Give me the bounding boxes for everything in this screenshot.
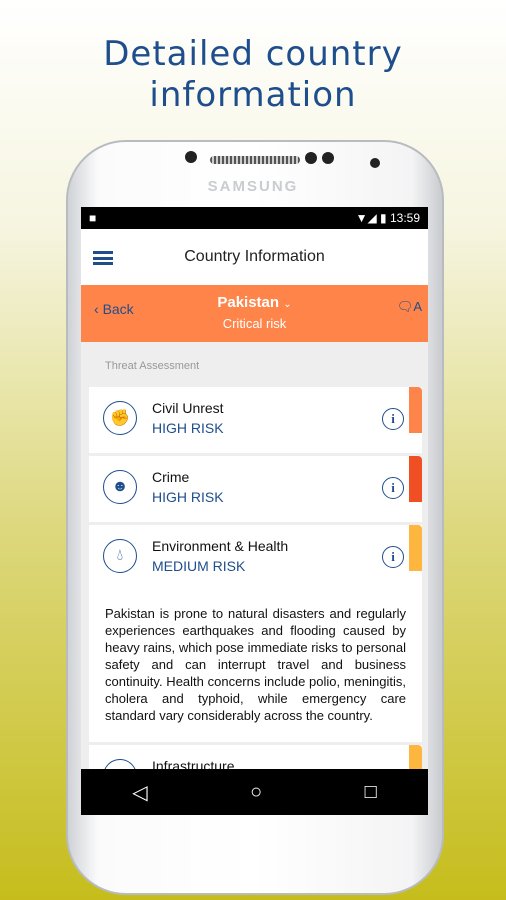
threat-item-civil-unrest[interactable]: ✊ Civil Unrest HIGH RISK i xyxy=(89,384,422,453)
speaker-grille xyxy=(210,156,300,164)
masked-face-icon: ☻ xyxy=(103,470,137,504)
android-icon: ■ xyxy=(89,211,97,225)
nav-bar: ◁ ○ □ xyxy=(81,769,428,815)
app-bar: Country Information xyxy=(81,229,428,285)
page-title: Country Information xyxy=(184,248,325,265)
chevron-left-icon: ‹ xyxy=(94,301,103,317)
fist-icon: ✊ xyxy=(103,401,137,435)
country-header: ‹ Back Pakistan ⌄ Critical risk 🗨︎A xyxy=(81,285,428,342)
back-nav-icon[interactable]: ◁ xyxy=(132,780,147,805)
wifi-icon: ▼◢ ▮ xyxy=(355,211,390,225)
status-bar: ■ ▼◢ ▮ 13:59 xyxy=(81,207,428,229)
threat-name: Civil Unrest xyxy=(152,400,224,416)
screen: ■ ▼◢ ▮ 13:59 Country Information ‹ Back … xyxy=(81,207,428,815)
back-label: Back xyxy=(102,301,134,317)
clock: 13:59 xyxy=(389,211,420,225)
threat-item-environment-health[interactable]: 💧︎ Environment & Health MEDIUM RISK i Pa… xyxy=(89,522,422,742)
device-brand: SAMSUNG xyxy=(207,178,299,195)
overall-risk: Critical risk xyxy=(222,316,287,331)
info-icon[interactable]: i xyxy=(382,477,404,499)
front-camera xyxy=(185,151,197,163)
info-icon[interactable]: i xyxy=(382,408,404,430)
promo-headline: Detailed country information xyxy=(0,34,506,116)
info-icon[interactable]: i xyxy=(382,546,404,568)
risk-color-bar xyxy=(409,387,422,433)
water-drop-icon: 💧︎ xyxy=(103,539,137,573)
chevron-down-icon: ⌄ xyxy=(283,299,292,310)
sensor xyxy=(305,152,317,164)
sensor xyxy=(322,152,334,164)
headline-line-1: Detailed country xyxy=(103,34,403,74)
country-name: Pakistan xyxy=(217,294,280,311)
threat-level: HIGH RISK xyxy=(152,489,224,505)
home-nav-icon[interactable]: ○ xyxy=(250,781,262,804)
sensor xyxy=(370,158,380,168)
risk-color-bar xyxy=(409,525,422,571)
recents-nav-icon[interactable]: □ xyxy=(365,781,377,804)
back-button[interactable]: ‹ Back xyxy=(94,301,134,317)
threat-name: Environment & Health xyxy=(152,538,289,554)
risk-color-bar xyxy=(409,456,422,502)
threat-description: Pakistan is prone to natural disasters a… xyxy=(105,606,406,723)
threat-level: MEDIUM RISK xyxy=(152,558,246,574)
translate-icon[interactable]: 🗨︎A xyxy=(397,299,422,315)
menu-icon[interactable] xyxy=(93,251,113,265)
section-title: Threat Assessment xyxy=(105,360,200,372)
threat-item-crime[interactable]: ☻ Crime HIGH RISK i xyxy=(89,453,422,522)
threat-name: Crime xyxy=(152,469,190,485)
threat-level: HIGH RISK xyxy=(152,420,224,436)
headline-line-2: information xyxy=(149,75,357,115)
